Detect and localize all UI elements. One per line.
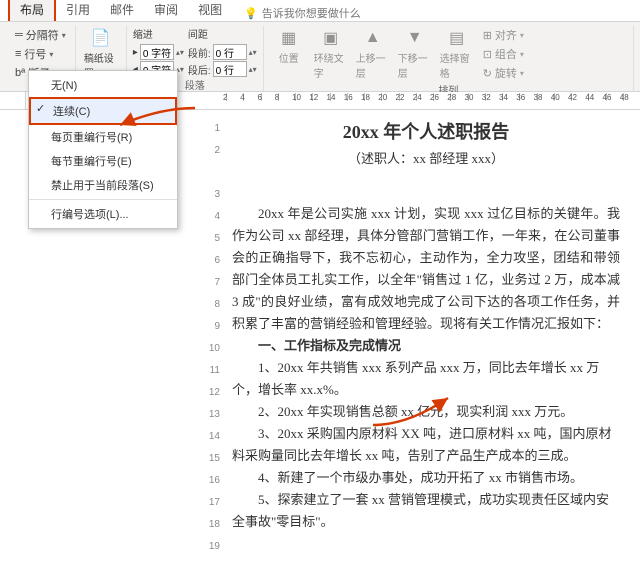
after-label: 段后:: [188, 62, 211, 77]
tab-references[interactable]: 引用: [56, 0, 100, 21]
doc-item-3: 3、20xx 采购国内原材料 XX 吨，进口原材料 xx 吨，国内原材料采购量同…: [232, 423, 620, 467]
rotate-icon: ↻: [483, 67, 492, 80]
indent-left-icon: ▸: [133, 47, 138, 58]
doc-paragraph-1: 20xx 年是公司实施 xxx 计划，实现 xxx 过亿目标的关键年。我作为公司…: [232, 203, 620, 335]
spacing-label: 间距: [188, 26, 257, 41]
bring-forward-button: ▲上移一层: [354, 26, 392, 82]
forward-icon: ▲: [363, 28, 383, 48]
line-numbers-button[interactable]: ≡行号▾: [12, 45, 69, 63]
breaks-button[interactable]: ═分隔符▾: [12, 26, 69, 44]
selection-icon: ▤: [447, 28, 467, 48]
position-button: ▦位置: [270, 26, 308, 67]
breaks-icon: ═: [15, 29, 23, 41]
dd-suppress[interactable]: 禁止用于当前段落(S): [29, 173, 177, 197]
hyphen-icon: bª: [15, 67, 25, 79]
tell-me-search[interactable]: 💡告诉我你想要做什么: [244, 1, 361, 21]
doc-item-2: 2、20xx 年实现销售总额 xx 亿元，现实利润 xxx 万元。: [232, 401, 620, 423]
dd-restart-page[interactable]: 每页重编行号(R): [29, 125, 177, 149]
tab-review[interactable]: 审阅: [144, 0, 188, 21]
ribbon: ═分隔符▾ ≡行号▾ bª断子▾ 栏 📄 稿纸设置 稿纸 缩进 ▸▴▾ ◂▴▾ …: [0, 22, 640, 92]
group-icon: ⊡: [483, 48, 492, 61]
doc-title: 20xx 年个人述职报告: [232, 118, 620, 144]
lightbulb-icon: 💡: [244, 7, 258, 20]
group-button: ⊡组合▾: [480, 45, 527, 63]
doc-item-5: 5、探索建立了一套 xx 营销管理模式，成功实现责任区域内安全事故"零目标"。: [232, 489, 620, 533]
send-backward-button: ▼下移一层: [396, 26, 434, 82]
wrap-icon: ▣: [321, 28, 341, 48]
rotate-button: ↻旋转▾: [480, 64, 527, 82]
doc-item-1: 1、20xx 年共销售 xxx 系列产品 xxx 万，同比去年增长 xx 万个，…: [232, 357, 620, 401]
spacing-before-input[interactable]: [213, 44, 247, 60]
doc-item-4: 4、新建了一个市级办事处，成功开拓了 xx 市销售市场。: [232, 467, 620, 489]
line-numbers-dropdown: 无(N) 连续(C) 每页重编行号(R) 每节重编行号(E) 禁止用于当前段落(…: [28, 70, 178, 229]
tab-view[interactable]: 视图: [188, 0, 232, 21]
ribbon-tabs: 布局 引用 邮件 审阅 视图 💡告诉我你想要做什么: [0, 0, 640, 22]
doc-subtitle: （述职人：xx 部经理 xxx）: [232, 148, 620, 167]
tab-layout[interactable]: 布局: [8, 0, 56, 21]
spacing-after-input[interactable]: [213, 61, 247, 77]
align-icon: ⊞: [483, 29, 492, 42]
dd-options[interactable]: 行编号选项(L)...: [29, 202, 177, 226]
selection-pane-button[interactable]: ▤选择窗格: [438, 26, 476, 82]
line-numbers-icon: ≡: [15, 48, 21, 60]
dd-continuous[interactable]: 连续(C): [29, 97, 177, 125]
wrap-text-button: ▣环绕文字: [312, 26, 350, 82]
dd-restart-section[interactable]: 每节重编行号(E): [29, 149, 177, 173]
indent-left-input[interactable]: [140, 44, 174, 60]
paper-icon: 📄: [91, 28, 111, 48]
tab-mailings[interactable]: 邮件: [100, 0, 144, 21]
dd-separator: [29, 199, 177, 200]
document-content[interactable]: 20xx 年个人述职报告 （述职人：xx 部经理 xxx） 20xx 年是公司实…: [228, 110, 640, 570]
position-icon: ▦: [279, 28, 299, 48]
doc-section-heading: 一、工作指标及完成情况: [232, 335, 620, 357]
dd-none[interactable]: 无(N): [29, 73, 177, 97]
align-button: ⊞对齐▾: [480, 26, 527, 44]
backward-icon: ▼: [405, 28, 425, 48]
ruler-corner: [0, 92, 26, 109]
indent-label: 缩进: [133, 26, 184, 41]
before-label: 段前:: [188, 45, 211, 60]
